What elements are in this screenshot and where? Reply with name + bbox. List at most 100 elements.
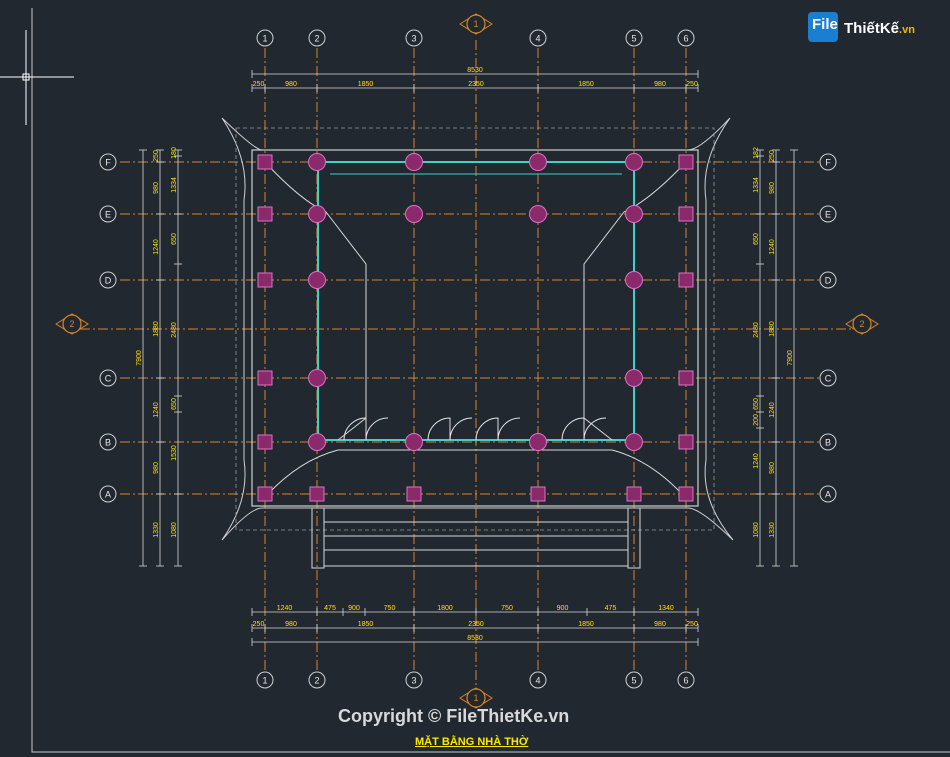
column-round [405,433,423,451]
grid-bubble-right-B-label: B [825,438,831,448]
dim-left-outer-value: 1330 [153,522,160,538]
dim-bottom-detail-value: 1800 [437,605,453,612]
grid-bubble-right-F-label: F [825,158,831,168]
column-square [257,434,273,450]
dim-right-outer-value: 250 [769,150,776,162]
dim-bottom-detail-value: 1240 [277,605,293,612]
grid-bubble-top-6-label: 6 [683,34,688,44]
column-round [625,369,643,387]
grid-bubble-left-B-label: B [105,438,111,448]
dim-bottom-value: 980 [285,621,297,628]
dim-bottom-value: 250 [686,621,698,628]
column-round [529,153,547,171]
grid-bubble-left-E-label: E [105,210,111,220]
dim-bottom-detail-value: 900 [557,605,569,612]
dim-left-outer-value: 1240 [153,239,160,255]
grid-bubble-top-1-label: 1 [262,34,267,44]
column-round [529,205,547,223]
grid-bubble-bottom-3-label: 3 [411,676,416,686]
grid-bubble-left-C-label: C [105,374,112,384]
dim-left-outer-value: 980 [153,462,160,474]
dim-left-inner-value: 1334 [171,177,178,193]
dim-left-overall-value: 7900 [136,350,143,366]
dim-top-value: 1850 [578,81,594,88]
dim-right-inner-value: 182 [753,147,760,159]
column-round [625,271,643,289]
dim-right-overall-value: 7900 [787,350,794,366]
dim-bottom-overall-value: 8530 [467,635,483,642]
column-round [625,205,643,223]
copyright-watermark: Copyright © FileThietKe.vn [338,706,570,726]
dim-left-outer-value: 1880 [153,321,160,337]
dim-right-outer-value: 1880 [769,321,776,337]
grid-bubble-right-E-label: E [825,210,831,220]
dim-bottom-value: 1850 [578,621,594,628]
dim-right-inner-value: 2480 [753,322,760,338]
grid-bubble-top-4-label: 4 [535,34,540,44]
column-square [678,154,694,170]
dim-top-value: 250 [253,81,265,88]
column-square [257,272,273,288]
site-logo: File ThiếtKế.vn [808,10,920,44]
grid-bubble-right-A-label: A [825,490,831,500]
dim-top-value: 1850 [358,81,374,88]
dim-left-outer-value: 250 [153,150,160,162]
section-mark-top-label: 1 [473,19,478,29]
dim-right-inner-value: 1334 [753,177,760,193]
column-square [530,486,546,502]
logo-tld: .vn [899,24,915,36]
grid-bubble-right-C-label: C [825,374,832,384]
logo-file: File [812,16,838,33]
dim-top-value: 980 [654,81,666,88]
column-square [257,154,273,170]
dim-top-value: 980 [285,81,297,88]
dim-bottom-detail-value: 475 [605,605,617,612]
grid-bubble-top-2-label: 2 [314,34,319,44]
dim-right-inner-value: 650 [753,398,760,410]
column-round [308,369,326,387]
column-square [257,206,273,222]
dim-right-inner-value: 1240 [753,453,760,469]
dim-bottom-detail-value: 750 [384,605,396,612]
cad-floor-plan: 8530 250 980 1850 2350 1850 980 250 1240 475 900 75… [0,0,950,757]
grid-bubble-bottom-1-label: 1 [262,676,267,686]
column-round [625,433,643,451]
dim-left-inner-value: 650 [171,398,178,410]
dim-right-inner-value: 200 [753,414,760,426]
dim-left-outer-value: 1240 [153,402,160,418]
grid-bubble-left-A-label: A [105,490,111,500]
column-round [529,433,547,451]
dim-bottom-value: 250 [253,621,265,628]
dim-left-inner-value: 2480 [171,322,178,338]
grid-bubble-left-F-label: F [105,158,111,168]
column-square [309,486,325,502]
section-mark-bottom-label: 1 [473,693,478,703]
dim-left-inner-value: 650 [171,233,178,245]
grid-bubble-bottom-2-label: 2 [314,676,319,686]
dim-left-inner-value: 1530 [171,445,178,461]
dim-right-inner-value: 1080 [753,522,760,538]
logo-brand: ThiếtKế.vn [844,20,915,37]
dim-top-overall-value: 8530 [467,67,483,74]
dim-left-inner-value: 1080 [171,522,178,538]
dim-left-inner-value: 180 [171,147,178,159]
dim-right-inner-value: 650 [753,233,760,245]
drawing-title: MẶT BẰNG NHÀ THỜ [415,736,529,748]
column-round [308,271,326,289]
grid-bubble-right-D-label: D [825,276,832,286]
column-square [678,206,694,222]
column-square [678,434,694,450]
dim-right-outer-value: 1240 [769,402,776,418]
dim-right-outer-value: 980 [769,182,776,194]
dim-right-outer-value: 1330 [769,522,776,538]
grid-bubble-bottom-4-label: 4 [535,676,540,686]
dim-bottom-value: 1850 [358,621,374,628]
column-round [625,153,643,171]
section-mark-left-label: 2 [69,319,74,329]
grid-bubble-top-3-label: 3 [411,34,416,44]
grid-bubble-bottom-5-label: 5 [631,676,636,686]
column-square [257,486,273,502]
column-square [626,486,642,502]
dim-top-value: 250 [686,81,698,88]
grid-bubble-top-5-label: 5 [631,34,636,44]
